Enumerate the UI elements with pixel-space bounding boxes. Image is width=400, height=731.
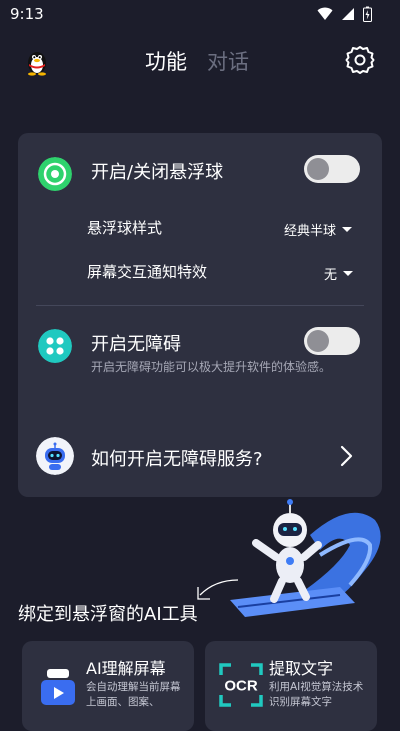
gear-icon[interactable] (344, 44, 376, 76)
status-icons (317, 6, 372, 22)
tab-chat[interactable]: 对话 (207, 46, 249, 76)
extract-text-card[interactable]: OCR 提取文字 利用AI视觉算法技术识别屏幕文字 (205, 641, 377, 731)
extract-text-title: 提取文字 (269, 659, 334, 678)
tab-features[interactable]: 功能 (145, 46, 187, 76)
screen-play-icon (41, 669, 75, 705)
accessibility-description: 开启无障碍功能可以极大提升软件的体验感。 (91, 360, 332, 374)
toggle-knob (307, 330, 329, 352)
interaction-effect-value: 无 (324, 268, 338, 283)
floating-ball-title: 开启/关闭悬浮球 (91, 162, 224, 183)
chevron-right-icon[interactable] (338, 444, 354, 468)
caret-down-icon (342, 227, 353, 232)
battery-icon (363, 6, 372, 22)
toggle-knob (307, 158, 329, 180)
accessibility-title: 开启无障碍 (91, 334, 181, 355)
extract-text-description: 利用AI视觉算法技术识别屏幕文字 (269, 681, 364, 708)
floating-ball-icon (38, 157, 72, 191)
floating-ball-toggle[interactable] (304, 155, 360, 183)
status-time: 9:13 (10, 5, 44, 23)
penguin-logo-icon (28, 52, 46, 76)
interaction-effect-label: 屏幕交互通知特效 (87, 263, 208, 281)
ball-style-label: 悬浮球样式 (87, 219, 163, 237)
ocr-scan-icon: OCR (219, 663, 263, 707)
robot-assistant-icon (36, 437, 74, 475)
ocr-label: OCR (224, 678, 258, 695)
ai-tools-section-title: 绑定到悬浮窗的AI工具 (18, 604, 198, 625)
astronaut-illustration (197, 499, 381, 617)
status-bar: 9:13 (0, 0, 400, 30)
how-to-enable-link[interactable]: 如何开启无障碍服务? (91, 445, 263, 471)
accessibility-toggle[interactable] (304, 327, 360, 355)
ball-style-select[interactable]: 经典半球 (284, 220, 353, 239)
wifi-icon (317, 7, 333, 20)
divider (36, 305, 364, 306)
accessibility-icon (38, 329, 72, 363)
ai-understand-screen-title: AI理解屏幕 (86, 659, 166, 678)
header: 功能 对话 (0, 38, 400, 82)
ball-style-value: 经典半球 (284, 224, 337, 239)
signal-icon (342, 8, 354, 20)
settings-card: 开启/关闭悬浮球 悬浮球样式 经典半球 屏幕交互通知特效 无 开启无障碍 开启无… (18, 133, 382, 497)
ai-understand-screen-description: 会自动理解当前屏幕上画面、图案、 (86, 681, 181, 708)
ai-understand-screen-card[interactable]: AI理解屏幕 会自动理解当前屏幕上画面、图案、 (22, 641, 194, 731)
caret-down-icon (343, 271, 354, 276)
interaction-effect-select[interactable]: 无 (324, 264, 354, 283)
